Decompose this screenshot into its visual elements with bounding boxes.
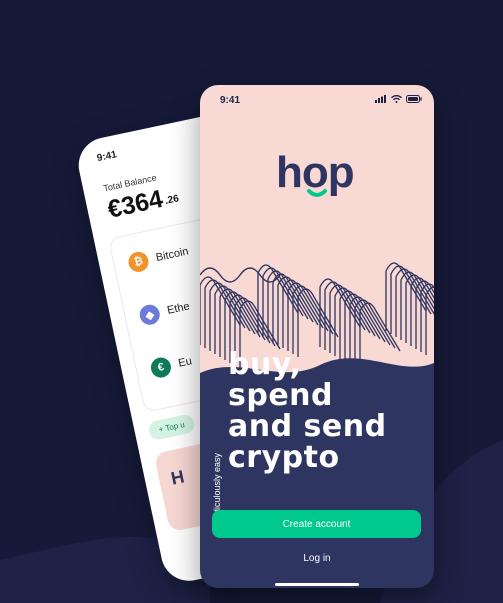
headline-line: buy,	[228, 347, 302, 382]
tagline-vertical: ridiculously easy	[212, 435, 226, 519]
front-phone-mockup: 9:41 hop ridiculously easy buy, spend an…	[200, 85, 434, 588]
euro-icon: €	[149, 355, 173, 380]
wifi-icon	[391, 95, 402, 103]
asset-name: Bitcoin	[154, 245, 190, 265]
ethereum-icon: ◆	[137, 302, 162, 327]
status-icons	[375, 95, 422, 103]
logo-smile-icon	[307, 189, 327, 197]
status-time: 9:41	[220, 95, 241, 106]
signal-icon	[375, 95, 386, 103]
asset-row-ethereum[interactable]: ◆ Ethe	[137, 297, 192, 327]
headline: buy, spend and send crypto	[228, 349, 428, 473]
headline-line: crypto	[228, 440, 340, 475]
asset-row-bitcoin[interactable]: ₿ Bitcoin	[126, 242, 191, 274]
top-up-button[interactable]: + Top u	[147, 413, 197, 442]
asset-name: Ethe	[166, 300, 191, 317]
headline-line: spend	[228, 378, 334, 413]
battery-icon	[406, 95, 422, 103]
create-account-button[interactable]: Create account	[212, 510, 421, 538]
log-in-link[interactable]: Log in	[200, 553, 434, 564]
asset-name: Eu	[177, 355, 193, 370]
tagline-text: ridiculously easy	[212, 452, 222, 519]
home-indicator	[275, 583, 359, 586]
hop-logo: hop	[276, 151, 356, 203]
status-time: 9:41	[95, 149, 118, 165]
headline-line: and send	[228, 409, 387, 444]
asset-row-euro[interactable]: € Eu	[149, 351, 194, 380]
bitcoin-icon: ₿	[126, 250, 151, 274]
promo-card-heading: H	[169, 466, 187, 489]
balance-cents: .26	[164, 193, 180, 207]
